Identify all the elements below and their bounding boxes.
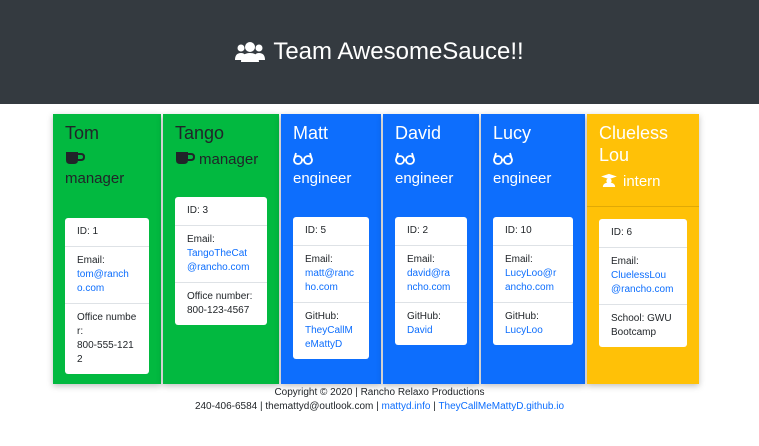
employee-name: Tom	[65, 123, 100, 143]
employee-details: ID: 3 Email: TangoTheCat@rancho.com Offi…	[175, 197, 267, 325]
employee-role: manager	[65, 150, 149, 188]
employee-details: ID: 5 Email: matt@rancho.com GitHub: The…	[293, 217, 369, 359]
email-label: Email:	[77, 255, 105, 266]
page-title: Team AwesomeSauce!!	[235, 38, 524, 66]
email-link[interactable]: matt@rancho.com	[305, 268, 354, 293]
employee-role: engineer	[493, 150, 573, 188]
employee-email-item: Email: TangoTheCat@rancho.com	[175, 226, 267, 283]
employee-role-label: intern	[623, 173, 661, 190]
employee-github-item: GitHub: LucyLoo	[493, 303, 573, 345]
employee-name: David	[395, 123, 442, 143]
office-label: Office number:	[77, 312, 137, 337]
employee-details: ID: 2 Email: david@rancho.com GitHub: Da…	[395, 217, 467, 345]
employee-name: Tango	[175, 123, 225, 143]
footer-separator: |	[433, 401, 436, 412]
email-label: Email:	[611, 256, 639, 267]
employee-id: ID: 1	[65, 218, 149, 247]
office-number: 800-555-1212	[77, 340, 134, 365]
employee-role-label: engineer	[395, 170, 454, 187]
employee-name: Matt	[293, 123, 329, 143]
employee-office-item: Office number: 800-555-1212	[65, 304, 149, 374]
glasses-icon	[493, 152, 513, 165]
employee-id: ID: 5	[293, 217, 369, 246]
email-link[interactable]: david@rancho.com	[407, 268, 450, 293]
employee-email-item: Email: CluelessLou@rancho.com	[599, 248, 687, 305]
email-link[interactable]: tom@rancho.com	[77, 269, 129, 294]
employee-role: manager	[175, 150, 267, 169]
coffee-icon	[176, 152, 195, 164]
email-link[interactable]: CluelessLou@rancho.com	[611, 270, 673, 295]
card-header-divider	[587, 206, 699, 207]
employee-role-label: engineer	[493, 170, 552, 187]
office-number: 800-123-4567	[187, 305, 250, 316]
employee-role: engineer	[293, 150, 369, 188]
employee-card-matt: Matt engineer ID: 5 Email: matt@rancho.c…	[281, 114, 381, 384]
github-label: GitHub:	[505, 311, 539, 322]
footer-contact-line: 240-406-6584 | themattyd@outlook.com | m…	[0, 400, 759, 414]
employee-name: Lucy	[493, 123, 532, 143]
glasses-icon	[395, 152, 415, 165]
email-link[interactable]: LucyLoo@rancho.com	[505, 268, 556, 293]
employee-card-lucy: Lucy engineer ID: 10 Email: LucyLoo@ranc…	[481, 114, 585, 384]
email-label: Email:	[505, 254, 533, 265]
page-title-text: Team AwesomeSauce!!	[273, 38, 524, 65]
employee-card-clueless-lou: Clueless Lou intern ID: 6 Email: Clueles…	[587, 114, 699, 384]
employee-details: ID: 6 Email: CluelessLou@rancho.com Scho…	[599, 219, 687, 347]
github-link[interactable]: TheyCallMeMattyD	[305, 325, 353, 350]
github-label: GitHub:	[305, 311, 339, 322]
employee-office-item: Office number: 800-123-4567	[175, 283, 267, 325]
employee-email-item: Email: matt@rancho.com	[293, 246, 369, 303]
contact-text: 240-406-6584 | themattyd@outlook.com |	[194, 401, 379, 412]
email-label: Email:	[305, 254, 333, 265]
github-site-link[interactable]: TheyCallMeMattyD.github.io	[438, 401, 564, 412]
github-link[interactable]: LucyLoo	[505, 325, 543, 336]
employee-role-label: manager	[65, 170, 125, 187]
employee-card-tom: Tom manager ID: 1 Email: tom@rancho.com …	[53, 114, 161, 384]
graduate-icon	[601, 173, 617, 187]
employee-role: engineer	[395, 150, 467, 188]
page-footer: Copyright © 2020 | Rancho Relaxo Product…	[0, 386, 759, 414]
employee-card-david: David engineer ID: 2 Email: david@rancho…	[383, 114, 479, 384]
employee-details: ID: 10 Email: LucyLoo@rancho.com GitHub:…	[493, 217, 573, 345]
employee-details: ID: 1 Email: tom@rancho.com Office numbe…	[65, 218, 149, 374]
employee-id: ID: 10	[493, 217, 573, 246]
email-label: Email:	[407, 254, 435, 265]
copyright-text: Copyright © 2020 | Rancho Relaxo Product…	[274, 387, 485, 398]
employee-school-item: School: GWU Bootcamp	[599, 305, 687, 347]
email-link[interactable]: TangoTheCat@rancho.com	[187, 248, 249, 273]
employee-role-label: engineer	[293, 170, 352, 187]
employee-email-item: Email: tom@rancho.com	[65, 247, 149, 304]
github-link[interactable]: David	[407, 325, 433, 336]
employee-github-item: GitHub: David	[395, 303, 467, 345]
glasses-icon	[293, 152, 313, 165]
email-label: Email:	[187, 234, 215, 245]
employee-id: ID: 6	[599, 219, 687, 248]
office-label: Office number:	[187, 291, 253, 302]
coffee-icon	[66, 152, 85, 164]
school-label: School:	[611, 313, 645, 324]
page-header: Team AwesomeSauce!!	[0, 0, 759, 104]
employee-email-item: Email: LucyLoo@rancho.com	[493, 246, 573, 303]
employee-name: Clueless Lou	[599, 123, 669, 165]
website-link[interactable]: mattyd.info	[382, 401, 431, 412]
users-icon	[235, 42, 266, 62]
employee-id: ID: 2	[395, 217, 467, 246]
employee-email-item: Email: david@rancho.com	[395, 246, 467, 303]
employee-role: intern	[599, 172, 687, 191]
employee-role-label: manager	[199, 151, 259, 168]
employee-github-item: GitHub: TheyCallMeMattyD	[293, 303, 369, 359]
github-label: GitHub:	[407, 311, 441, 322]
employee-card-tango: Tango manager ID: 3 Email: TangoTheCat@r…	[163, 114, 279, 384]
employee-id: ID: 3	[175, 197, 267, 226]
